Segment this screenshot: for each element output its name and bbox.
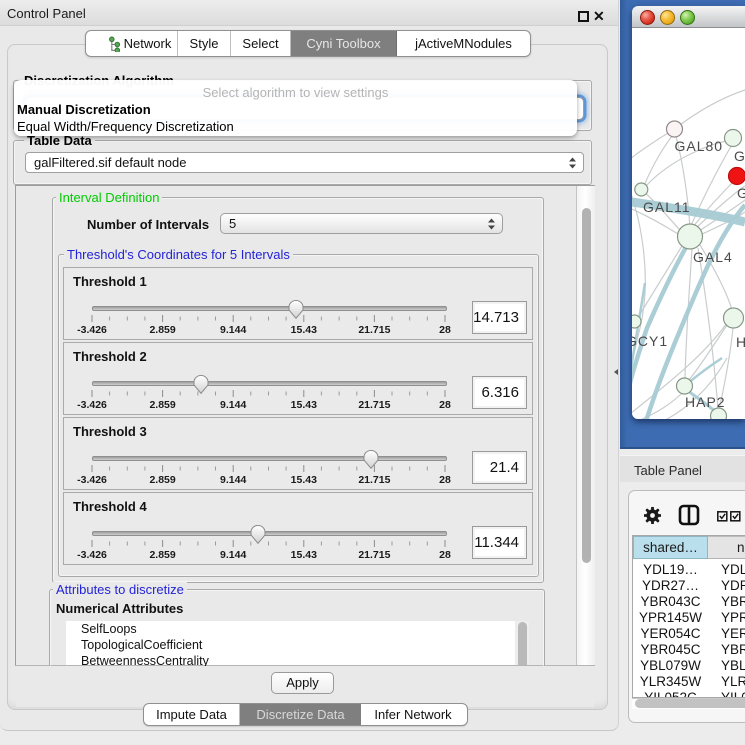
svg-text:G: G <box>737 185 745 201</box>
svg-text:H: H <box>736 334 745 350</box>
svg-text:GAL4: GAL4 <box>693 249 733 265</box>
svg-text:GA: GA <box>734 148 745 164</box>
svg-text:HAP2: HAP2 <box>685 394 726 410</box>
svg-text:GCY1: GCY1 <box>632 333 668 349</box>
svg-text:GAL11: GAL11 <box>643 199 691 215</box>
svg-text:GAL80: GAL80 <box>675 138 724 154</box>
